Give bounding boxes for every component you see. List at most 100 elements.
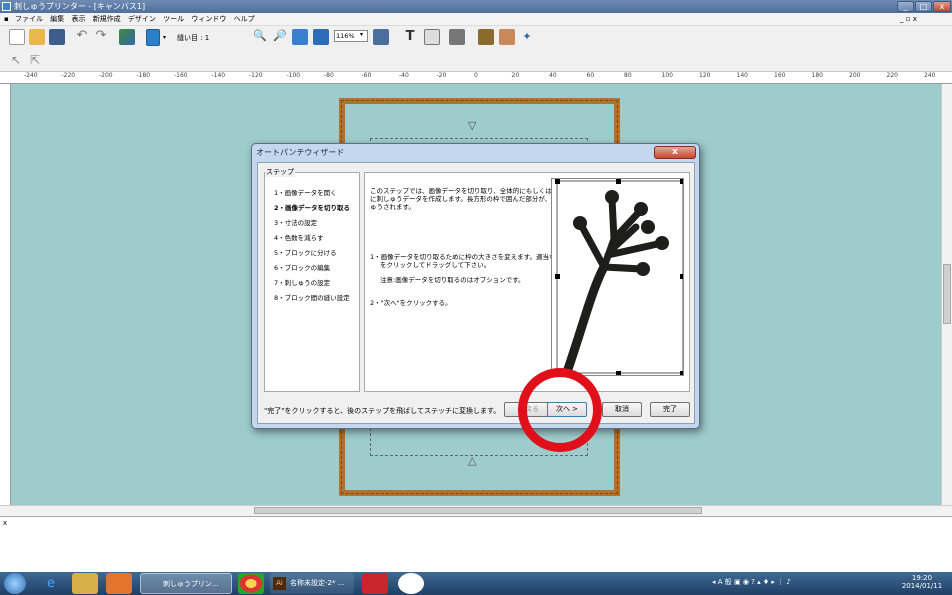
mdi-controls[interactable]: _ ▫ x: [900, 13, 917, 26]
redo-icon[interactable]: ↷: [93, 29, 109, 45]
menu-window[interactable]: ウィンドウ: [191, 15, 226, 23]
secondary-toolbar: ↖ ⇱: [0, 50, 952, 72]
app-red-icon[interactable]: [362, 573, 388, 594]
crop-handle[interactable]: [555, 179, 560, 184]
menu-view[interactable]: 表示: [71, 15, 85, 23]
horizontal-scrollbar[interactable]: [0, 505, 952, 516]
doc-icon[interactable]: ▪: [4, 15, 9, 23]
ruler-tick-label: -180: [136, 72, 151, 79]
sewing-machine-icon[interactable]: [449, 29, 465, 45]
system-tray[interactable]: ◂ A 般 ▣ ◉ ? ▴ ♦ ▸ ⋮ ♪: [712, 577, 882, 590]
finish-button[interactable]: 完了: [650, 402, 690, 417]
image-preview[interactable]: [551, 178, 684, 376]
dandelion-image: [556, 180, 683, 375]
scroll-thumb-horizontal[interactable]: [254, 507, 702, 514]
description-panel: このステップでは、画像データを切り取り、全体的にもしくは部分的 に刺しゅうデータ…: [364, 172, 690, 392]
media-player-icon[interactable]: [106, 573, 132, 594]
instruction-1: 1・画像データを切り取るために枠の大きさを変えます。適当な■: [370, 253, 562, 261]
taskbar: e 刺しゅうプリン... Ai 名称未設定-2* ... ◂ A 般 ▣ ◉ ?…: [0, 572, 952, 595]
ruler-tick-label: -120: [249, 72, 263, 79]
crop-handle[interactable]: [616, 179, 621, 184]
zoom-dropdown-icon[interactable]: ▾: [360, 31, 363, 38]
new-file-icon[interactable]: [9, 29, 25, 45]
menu-bar: ▪ ファイル 編集 表示 新規作成 デザイン ツール ウィンドウ ヘルプ _ ▫…: [0, 13, 952, 26]
thread-color-icon[interactable]: [119, 29, 135, 45]
menu-help[interactable]: ヘルプ: [234, 15, 255, 23]
panel-close-icon[interactable]: x: [3, 519, 7, 527]
ruler-tick-label: 0: [474, 72, 478, 79]
ruler-tick-label: -240: [24, 72, 38, 79]
stitch-label: 縫い目 : 1: [177, 34, 210, 42]
zoom-in-icon[interactable]: 🔍: [252, 29, 268, 45]
frame-tool-icon[interactable]: [424, 29, 440, 45]
photo-stitch-icon[interactable]: [499, 29, 515, 45]
ruler-tick-label: 120: [699, 72, 711, 79]
hoop-bottom-marker-icon: △: [468, 454, 477, 467]
maximize-button[interactable]: □: [915, 1, 932, 12]
dialog-close-button[interactable]: x: [654, 146, 696, 159]
ruler-vertical: [0, 84, 11, 505]
open-folder-icon[interactable]: [29, 29, 45, 45]
realistic-view-icon[interactable]: [373, 29, 389, 45]
save-icon[interactable]: [49, 29, 65, 45]
ruler-tick-label: 160: [774, 72, 786, 79]
start-button[interactable]: [4, 573, 26, 594]
autopunch-wizard-dialog: オートパンチウィザード x 1・画像データを開く 2・画像データを切り取る 3・…: [251, 143, 700, 429]
explorer-icon[interactable]: [72, 573, 98, 594]
color-swatch[interactable]: [146, 29, 160, 46]
menu-file[interactable]: ファイル: [15, 15, 43, 23]
ruler-tick-label: -40: [399, 72, 409, 79]
instruction-2: 2・"次へ"をクリックする。: [370, 299, 452, 307]
bottom-panel: x: [0, 516, 952, 572]
clock[interactable]: 19:20 2014/01/11: [897, 574, 947, 590]
ruler-tick-label: 80: [624, 72, 632, 79]
undo-icon[interactable]: ↶: [74, 29, 90, 45]
taskbar-item-app[interactable]: 刺しゅうプリン...: [140, 573, 232, 594]
text-tool-icon[interactable]: T: [402, 29, 418, 45]
app-circle-icon[interactable]: [398, 573, 424, 594]
step-item: 5・ブロックに分ける: [274, 249, 337, 257]
menu-design[interactable]: デザイン: [128, 15, 156, 23]
menu-new[interactable]: 新規作成: [93, 15, 121, 23]
window-title: 刺しゅうプリンター - [キャンバス1]: [14, 2, 146, 11]
menu-edit[interactable]: 編集: [50, 15, 64, 23]
close-window-button[interactable]: x: [933, 1, 951, 12]
select-tool-icon[interactable]: ↖: [8, 53, 24, 69]
zoom-out-icon[interactable]: 🔎: [272, 29, 288, 45]
vertical-scrollbar[interactable]: [941, 84, 952, 505]
ruler-tick-label: 40: [549, 72, 557, 79]
crop-handle[interactable]: [680, 371, 683, 375]
ruler-tick-label: 100: [661, 72, 673, 79]
zoom-actual-icon[interactable]: [313, 29, 329, 45]
ruler-tick-label: 240: [924, 72, 936, 79]
ruler-tick-label: -100: [286, 72, 301, 79]
ie-icon[interactable]: e: [38, 573, 64, 594]
window-titlebar: 刺しゅうプリンター - [キャンバス1] _ □ x: [0, 0, 952, 13]
ruler-tick-label: 140: [736, 72, 748, 79]
step-item: 7・刺しゅうの設定: [274, 279, 331, 287]
chrome-icon[interactable]: [238, 573, 264, 594]
description-line: に刺しゅうデータを作成します。長方形の枠で囲んだ部分が、刺し: [370, 195, 565, 203]
ruler-horizontal: -240 -220 -200 -180 -160 -140 -120 -100 -80 -60 -4…: [0, 72, 952, 84]
dialog-body: 1・画像データを開く 2・画像データを切り取る 3・寸法の設定 4・色数を減らす…: [257, 162, 695, 424]
crop-handle[interactable]: [555, 274, 560, 279]
footer-note: "完了"をクリックすると、後のステップを飛ばしてステッチに変換します。: [264, 407, 501, 415]
dropdown-arrow-icon[interactable]: ▾: [163, 34, 166, 41]
crop-handle[interactable]: [680, 179, 683, 184]
zoom-fit-icon[interactable]: [292, 29, 308, 45]
auto-punch-icon[interactable]: ✦: [519, 29, 535, 45]
hoop-top-marker-icon: ▽: [468, 119, 477, 132]
ruler-tick-label: -60: [361, 72, 372, 79]
taskbar-item-illustrator[interactable]: Ai 名称未設定-2* ...: [270, 573, 354, 594]
move-tool-icon[interactable]: ⇱: [27, 53, 43, 69]
step-item: 4・色数を減らす: [274, 234, 324, 242]
cancel-button[interactable]: 取消: [602, 402, 642, 417]
menu-tools[interactable]: ツール: [163, 15, 184, 23]
minimize-button[interactable]: _: [897, 1, 914, 12]
crop-handle[interactable]: [680, 274, 683, 279]
crop-handle[interactable]: [616, 371, 621, 375]
main-toolbar: ↶ ↷ ▾ 縫い目 : 1 🔍 🔎 116% ▾ T ✦: [0, 26, 952, 50]
ruler-tick-label: -200: [99, 72, 113, 79]
scroll-thumb-vertical[interactable]: [943, 264, 951, 324]
home-icon[interactable]: [478, 29, 494, 45]
